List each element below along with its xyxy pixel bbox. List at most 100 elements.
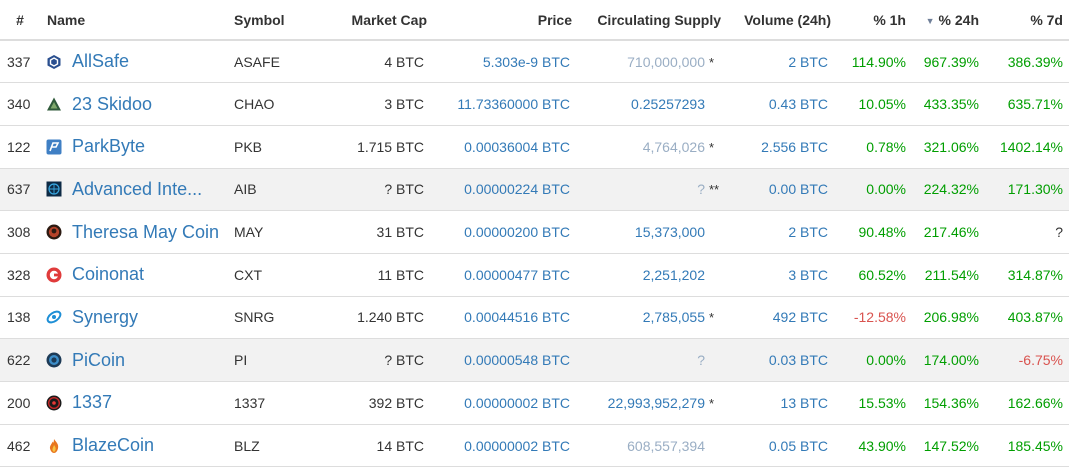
supply-link[interactable]: 4,764,026 [643,139,705,155]
change-7d-column-header[interactable]: % 7d [979,0,1069,41]
coin-name-link[interactable]: ParkByte [72,136,145,156]
market-cap-cell: 3 BTC [297,82,427,126]
volume-link[interactable]: 492 BTC [773,309,828,325]
price-link[interactable]: 5.303e-9 BTC [483,54,570,70]
market-cap-cell: 14 BTC [297,424,427,468]
price-cell: 0.00000548 BTC [427,338,572,382]
symbol-column-header[interactable]: Symbol [234,0,297,41]
volume-cell: 0.05 BTC [721,424,831,468]
table-header: # Name Symbol Market Cap Price Circulati… [0,0,1069,41]
price-column-header[interactable]: Price [427,0,572,41]
volume-link[interactable]: 0.03 BTC [769,352,828,368]
volume-cell: 492 BTC [721,296,831,340]
supply-cell: 608,557,394 [572,424,721,468]
market-cap-header-label: Market Cap [351,11,427,28]
name-cell: Coinonat [40,253,234,297]
supply-link[interactable]: 2,785,055 [643,309,705,325]
volume-link[interactable]: 2.556 BTC [761,139,828,155]
change-1h-cell: 43.90% [831,424,906,468]
change-1h-cell: 0.78% [831,125,906,169]
table-row: 622 PiCoin PI ? BTC 0.00000548 BTC ? 0.0… [0,338,1069,382]
change-7d-cell: 171.30% [979,168,1069,212]
change-7d-cell: 314.87% [979,253,1069,297]
supply-cell: ? [572,338,721,382]
supply-column-header[interactable]: Circulating Supply [572,0,721,41]
picoin-icon [46,352,62,368]
supply-note: * [709,139,715,155]
change-1h-cell: 0.00% [831,168,906,212]
table-body: 337 AllSafe ASAFE 4 BTC 5.303e-9 BTC 710… [0,40,1069,468]
market-cap-cell: ? BTC [297,338,427,382]
market-cap-column-header[interactable]: Market Cap [297,0,427,41]
coin-name-link[interactable]: 23 Skidoo [72,94,152,114]
coin-name-link[interactable]: Coinonat [72,264,144,284]
rank-cell: 462 [0,424,40,468]
supply-link[interactable]: 0.25257293 [631,96,705,112]
supply-link[interactable]: 608,557,394 [627,438,705,454]
supply-link[interactable]: 710,000,000 [627,54,705,70]
supply-link[interactable]: 22,993,952,279 [608,395,705,411]
rank-cell: 138 [0,296,40,340]
symbol-cell: CHAO [234,82,297,126]
price-link[interactable]: 11.73360000 BTC [457,96,570,112]
market-cap-cell: 392 BTC [297,381,427,425]
market-cap-cell: 1.240 BTC [297,296,427,340]
coin-name-link[interactable]: PiCoin [72,350,125,370]
coin-name-link[interactable]: BlazeCoin [72,435,154,455]
coin-name-link[interactable]: Advanced Inte... [72,179,202,199]
rank-column-header[interactable]: # [0,0,40,41]
supply-link[interactable]: ? [697,181,705,197]
cryptocurrency-table: # Name Symbol Market Cap Price Circulati… [0,0,1069,468]
symbol-cell: MAY [234,210,297,254]
supply-link[interactable]: 2,251,202 [643,267,705,283]
price-cell: 0.00000224 BTC [427,168,572,212]
price-cell: 11.73360000 BTC [427,82,572,126]
volume-cell: 2 BTC [721,210,831,254]
volume-cell: 0.43 BTC [721,82,831,126]
change-24h-cell: 217.46% [906,210,979,254]
volume-link[interactable]: 0.00 BTC [769,181,828,197]
change-1h-cell: 114.90% [831,40,906,84]
price-link[interactable]: 0.00036004 BTC [464,139,570,155]
change-24h-column-header[interactable]: ▼% 24h [906,0,979,41]
price-link[interactable]: 0.00000002 BTC [464,438,570,454]
coin-name-link[interactable]: Synergy [72,307,138,327]
table-row: 138 Synergy SNRG 1.240 BTC 0.00044516 BT… [0,296,1069,340]
price-link[interactable]: 0.00044516 BTC [464,309,570,325]
rank-cell: 328 [0,253,40,297]
volume-column-header[interactable]: Volume (24h) [721,0,831,41]
change-1h-column-header[interactable]: % 1h [831,0,906,41]
price-link[interactable]: 0.00000477 BTC [464,267,570,283]
price-cell: 0.00000002 BTC [427,381,572,425]
volume-cell: 3 BTC [721,253,831,297]
name-cell: AllSafe [40,40,234,84]
change-1h-cell: 90.48% [831,210,906,254]
coin-name-link[interactable]: AllSafe [72,51,129,71]
supply-cell: 22,993,952,279 * [572,381,721,425]
price-link[interactable]: 0.00000548 BTC [464,352,570,368]
rank-cell: 337 [0,40,40,84]
volume-link[interactable]: 3 BTC [788,267,828,283]
volume-link[interactable]: 2 BTC [788,224,828,240]
volume-cell: 13 BTC [721,381,831,425]
supply-note: * [709,395,715,411]
table-row: 308 Theresa May Coin MAY 31 BTC 0.000002… [0,210,1069,254]
supply-note: * [709,54,715,70]
volume-link[interactable]: 0.05 BTC [769,438,828,454]
price-link[interactable]: 0.00000200 BTC [464,224,570,240]
coin-name-link[interactable]: 1337 [72,392,112,412]
volume-link[interactable]: 2 BTC [788,54,828,70]
table-row: 337 AllSafe ASAFE 4 BTC 5.303e-9 BTC 710… [0,40,1069,84]
name-column-header[interactable]: Name [40,0,234,41]
supply-link[interactable]: 15,373,000 [635,224,705,240]
price-link[interactable]: 0.00000224 BTC [464,181,570,197]
coin-name-link[interactable]: Theresa May Coin [72,222,219,242]
price-link[interactable]: 0.00000002 BTC [464,395,570,411]
volume-link[interactable]: 13 BTC [781,395,828,411]
volume-link[interactable]: 0.43 BTC [769,96,828,112]
parkbyte-icon [46,139,62,155]
change-24h-cell: 433.35% [906,82,979,126]
supply-link[interactable]: ? [697,352,705,368]
table-row: 328 Coinonat CXT 11 BTC 0.00000477 BTC 2… [0,253,1069,297]
symbol-cell: ASAFE [234,40,297,84]
